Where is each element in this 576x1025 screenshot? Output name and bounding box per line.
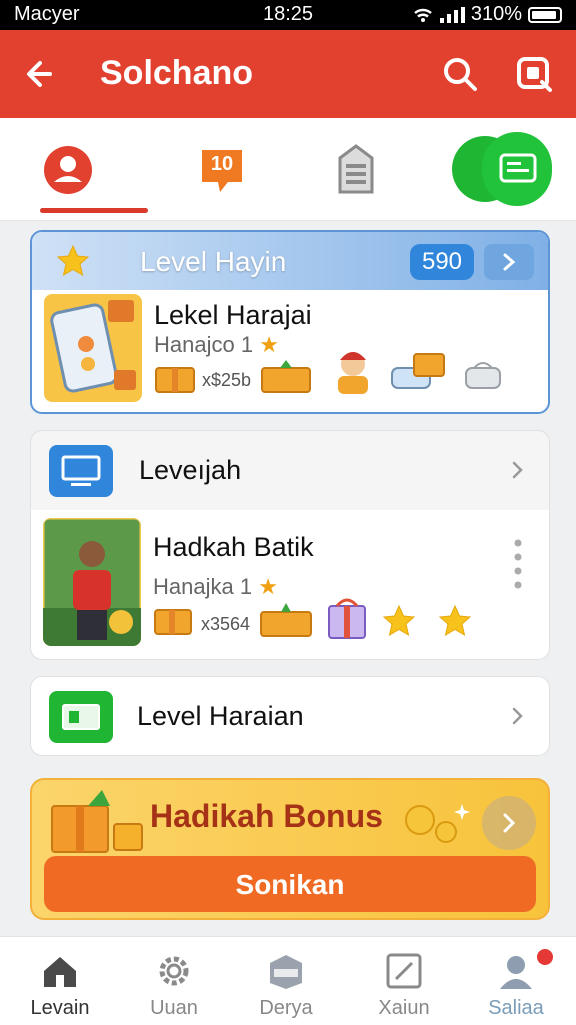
battery-percent: 310%: [470, 3, 522, 25]
coupon-icon: [391, 353, 445, 389]
tab-wallet[interactable]: [452, 132, 552, 206]
levelah-label: Leveıjah: [139, 455, 242, 485]
star-icon: [438, 604, 472, 637]
nav-settings[interactable]: Uuan: [124, 945, 224, 1021]
person-photo-image: [43, 518, 141, 646]
more-vertical-icon[interactable]: [513, 538, 523, 592]
chevron-right-icon: [503, 813, 516, 833]
sonikan-button[interactable]: Sonikan: [44, 856, 536, 912]
settings-icon: [159, 956, 189, 986]
chevron-right-icon: [512, 707, 523, 725]
app-bar: Solchano: [0, 30, 576, 118]
hadiah-card[interactable]: Hadkah Batik Hanajka 1 ★ x3564: [30, 510, 550, 660]
gift-box-icon: [260, 603, 312, 637]
home-icon: [44, 957, 76, 987]
level-card-sub-text: Hanajco 1: [154, 332, 254, 357]
level-harian-label: Level Haraian: [137, 701, 304, 731]
tab-bar: 10: [0, 118, 576, 221]
active-tab-indicator: [40, 208, 148, 213]
small-star-icon: ★: [258, 574, 278, 599]
bonus-banner: Hadikah Bonus Sonikan: [30, 778, 550, 920]
user-icon: [500, 956, 532, 989]
status-icons: 310%: [413, 3, 562, 26]
nav-box[interactable]: Derya: [236, 945, 336, 1021]
monitor-icon: [49, 445, 113, 497]
level-card-title: Lekel Harajai: [154, 300, 312, 330]
back-arrow-icon[interactable]: [20, 52, 64, 96]
wifi-icon: [414, 8, 432, 22]
page-title: Solchano: [100, 54, 254, 92]
nav-edit[interactable]: Xaiun: [354, 945, 454, 1021]
gift-boxes-icon: [51, 790, 143, 853]
levelah-row[interactable]: Leveıjah: [30, 430, 550, 510]
phone-gift-image: [44, 294, 142, 402]
nav-settings-label: Uuan: [150, 997, 198, 1019]
search-icon[interactable]: [438, 52, 482, 96]
nav-home[interactable]: Levain: [10, 945, 110, 1021]
header-next-button[interactable]: [484, 244, 534, 280]
hadiah-card-sub-text: Hanajka 1: [153, 574, 253, 599]
tab-chat[interactable]: 10: [192, 140, 252, 200]
level-card-header: Level Hayin 590: [32, 232, 548, 290]
edit-icon: [386, 953, 422, 989]
tab-document[interactable]: [326, 140, 386, 200]
star-icon: [382, 604, 416, 637]
status-bar: Macyer 18:25 310%: [0, 0, 576, 30]
purple-gift-icon: [328, 598, 366, 639]
coins-icon: [405, 804, 470, 843]
hadiah-card-price: x3564: [201, 614, 251, 634]
bonus-title: Hadikah Bonus: [150, 798, 383, 834]
level-card-subtitle: Hanajco 1 ★: [154, 332, 279, 358]
level-card-price: x$25b: [202, 370, 252, 390]
small-star-icon: ★: [259, 332, 279, 357]
notification-dot: [534, 946, 556, 968]
chevron-right-icon: [512, 461, 523, 479]
message-icon[interactable]: [512, 52, 556, 96]
signal-icon: [439, 6, 465, 23]
bonus-next-button[interactable]: [482, 796, 536, 850]
gift-box-icon: [154, 609, 192, 635]
bottom-nav: Levain Uuan Derya Xaiun Saliaa: [0, 936, 576, 1025]
ticket-icon: [49, 691, 113, 743]
nav-box-label: Derya: [259, 997, 313, 1019]
level-harian-row[interactable]: Level Haraian: [30, 676, 550, 756]
battery-icon: [528, 6, 562, 23]
box-icon: [270, 955, 302, 989]
nav-edit-label: Xaiun: [378, 997, 430, 1019]
mascot-icon: [338, 352, 368, 394]
gift-outline-icon: [465, 362, 501, 389]
nav-profile-label: Saliaa: [488, 997, 544, 1019]
nav-home-label: Levain: [30, 997, 90, 1019]
level-card-header-title: Level Hayin: [140, 246, 287, 277]
hadiah-card-subtitle: Hanajka 1 ★: [153, 574, 278, 600]
wallet-icon: [499, 153, 537, 183]
gift-box-icon: [155, 367, 195, 393]
hadiah-card-title: Hadkah Batik: [153, 532, 314, 562]
gift-box-icon: [261, 360, 311, 393]
points-badge: 590: [410, 244, 474, 280]
level-card[interactable]: Level Hayin 590 Lekel Harajai Hanajco 1 …: [30, 230, 550, 414]
star-icon: [56, 244, 90, 277]
chevron-right-icon: [503, 253, 516, 271]
tab-profile[interactable]: [38, 140, 98, 200]
chat-badge-count: 10: [210, 153, 234, 175]
